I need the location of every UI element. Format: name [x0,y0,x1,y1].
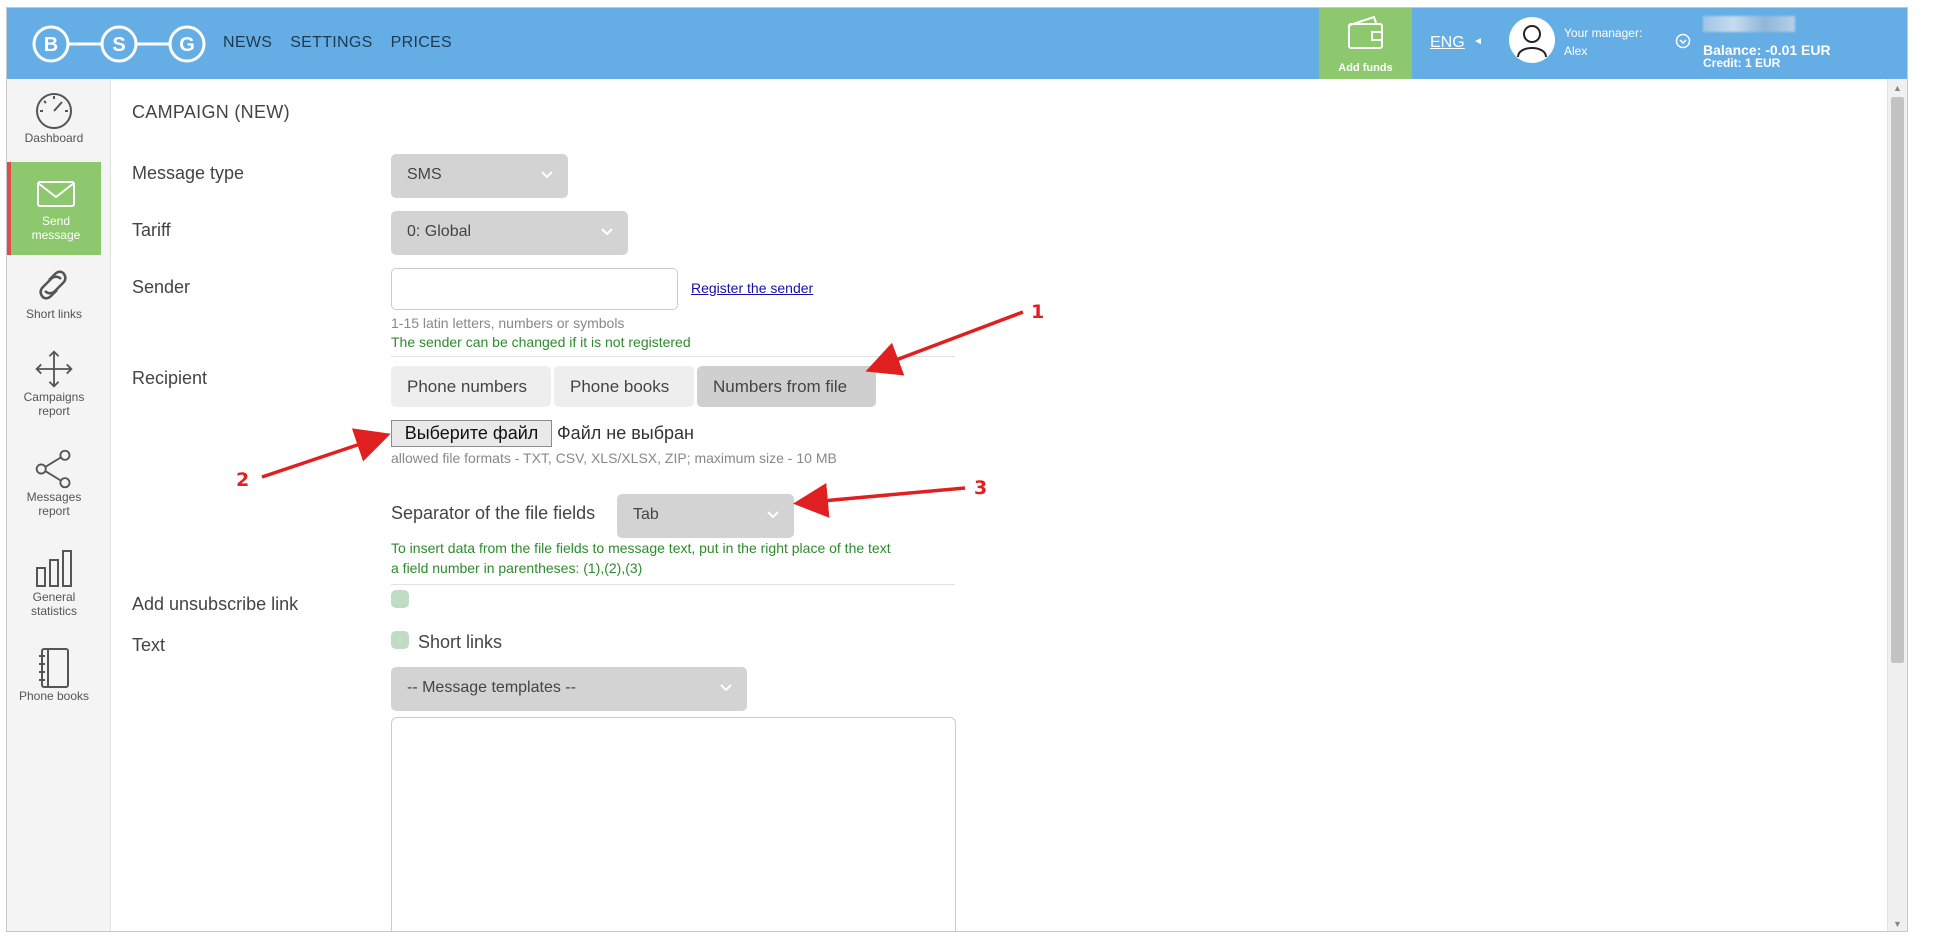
nav-prices[interactable]: PRICES [391,34,452,52]
chevron-down-icon [541,171,553,179]
envelope-icon [37,181,75,207]
add-funds-label: Add funds [1338,62,1393,74]
annotation-number-2: 2 [236,469,250,491]
choose-file-button[interactable]: Выберите файл [391,420,552,447]
insert-hint-line1: To insert data from the file fields to m… [391,540,891,556]
file-status: Файл не выбран [557,423,694,443]
sidebar-item-label: General statistics [30,590,77,618]
separator-label: Separator of the file fields [391,503,596,523]
register-sender-link[interactable]: Register the sender [691,280,813,296]
logo[interactable]: B S G [31,24,207,64]
language-selector[interactable]: ENG [1430,34,1465,52]
sidebar-item-label: Phone books [18,689,90,703]
sidebar-item-send-message[interactable]: Send message [7,162,101,255]
annotation-number-1: 1 [1031,301,1045,323]
share-icon [35,449,71,489]
separator-value: Tab [633,506,659,523]
nav-news[interactable]: NEWS [223,34,272,52]
add-funds-button[interactable]: Add funds [1319,8,1412,79]
recipient-label: Recipient [132,368,208,388]
message-templates-select[interactable]: -- Message templates -- [391,667,747,711]
link-icon [39,270,67,300]
divider [391,356,955,357]
tariff-value: 0: Global [407,223,472,240]
tariff-label: Tariff [132,220,171,240]
text-label: Text [132,635,166,655]
chevron-down-icon [720,684,732,692]
scroll-up-icon[interactable]: ▲ [1893,83,1902,93]
nav-settings[interactable]: SETTINGS [290,34,372,52]
insert-hint-line2: a field number in parentheses: (1),(2),(… [391,560,643,576]
unsubscribe-checkbox[interactable] [391,590,409,608]
caret-left-icon[interactable]: ◄ [1473,36,1483,47]
message-type-value: SMS [407,166,442,183]
manager-name: Alex [1564,44,1588,58]
balance-info[interactable]: Balance: -0.01 EUR Credit: 1 EUR [1703,43,1831,70]
tab-numbers-from-file[interactable]: Numbers from file [697,366,876,407]
user-icon [1517,25,1547,58]
sidebar-item-general-statistics[interactable]: General statistics [7,538,101,637]
chevron-down-icon [767,511,779,519]
browser-frame: B S G NEWS SETTINGS PRICES Add funds ENG… [6,7,1908,932]
logo-letter-s: S [112,34,125,56]
message-type-label: Message type [132,163,245,183]
sidebar: Dashboard Send message Short links Campa… [7,79,111,931]
file-formats-hint: allowed file formats - TXT, CSV, XLS/XLS… [391,450,837,466]
vertical-scrollbar[interactable]: ▲ ▼ [1887,79,1907,931]
unsubscribe-label: Add unsubscribe link [132,594,299,614]
divider [391,584,955,585]
tariff-select[interactable]: 0: Global [391,211,628,255]
annotation-number-3: 3 [974,477,988,499]
sidebar-item-label: Short links [25,307,83,321]
sender-hint: 1-15 latin letters, numbers or symbols [391,315,625,331]
move-arrows-icon [35,350,73,388]
sidebar-item-phone-books[interactable]: Phone books [7,637,101,720]
manager-info: Your manager: Alex [1564,24,1642,60]
notebook-icon [39,648,69,688]
message-text-area[interactable] [391,717,956,931]
message-templates-value: -- Message templates -- [407,679,576,696]
message-type-select[interactable]: SMS [391,154,568,198]
gauge-icon [36,93,72,129]
manager-avatar [1509,17,1555,63]
page-title: CAMPAIGN (NEW) [132,102,290,122]
sidebar-item-campaigns-report[interactable]: Campaigns report [7,338,101,438]
sidebar-item-messages-report[interactable]: Messages report [7,438,101,538]
separator-select[interactable]: Tab [617,494,794,538]
manager-label: Your manager: [1564,26,1643,40]
chevron-down-icon [601,228,613,236]
tab-phone-books[interactable]: Phone books [554,366,694,407]
top-header: B S G NEWS SETTINGS PRICES Add funds ENG… [7,8,1907,79]
sender-label: Sender [132,277,191,297]
sidebar-item-label: Messages report [26,490,82,518]
blurred-account-id [1703,16,1795,32]
logo-letter-g: G [179,34,195,56]
wallet-icon [1347,15,1383,49]
short-links-checkbox[interactable] [391,631,409,649]
bar-chart-icon [36,550,72,587]
scroll-down-icon[interactable]: ▼ [1893,919,1902,929]
sidebar-item-label: Dashboard [24,131,84,145]
main-nav: NEWS SETTINGS PRICES [223,34,452,52]
chevron-down-circle-icon[interactable] [1675,33,1691,49]
tab-phone-numbers[interactable]: Phone numbers [391,366,551,407]
short-links-label: Short links [418,632,503,652]
credit-value: Credit: 1 EUR [1703,56,1781,70]
sender-note: The sender can be changed if it is not r… [391,334,691,350]
sidebar-item-dashboard[interactable]: Dashboard [7,79,101,162]
sidebar-item-label: Campaigns report [23,390,85,418]
logo-letter-b: B [44,34,58,56]
sidebar-item-short-links[interactable]: Short links [7,255,101,338]
sidebar-item-label: Send message [31,214,81,242]
scrollbar-thumb[interactable] [1891,97,1904,663]
sender-input[interactable] [391,268,678,310]
main-content: CAMPAIGN (NEW) Message type SMS Tariff 0… [112,79,1907,931]
